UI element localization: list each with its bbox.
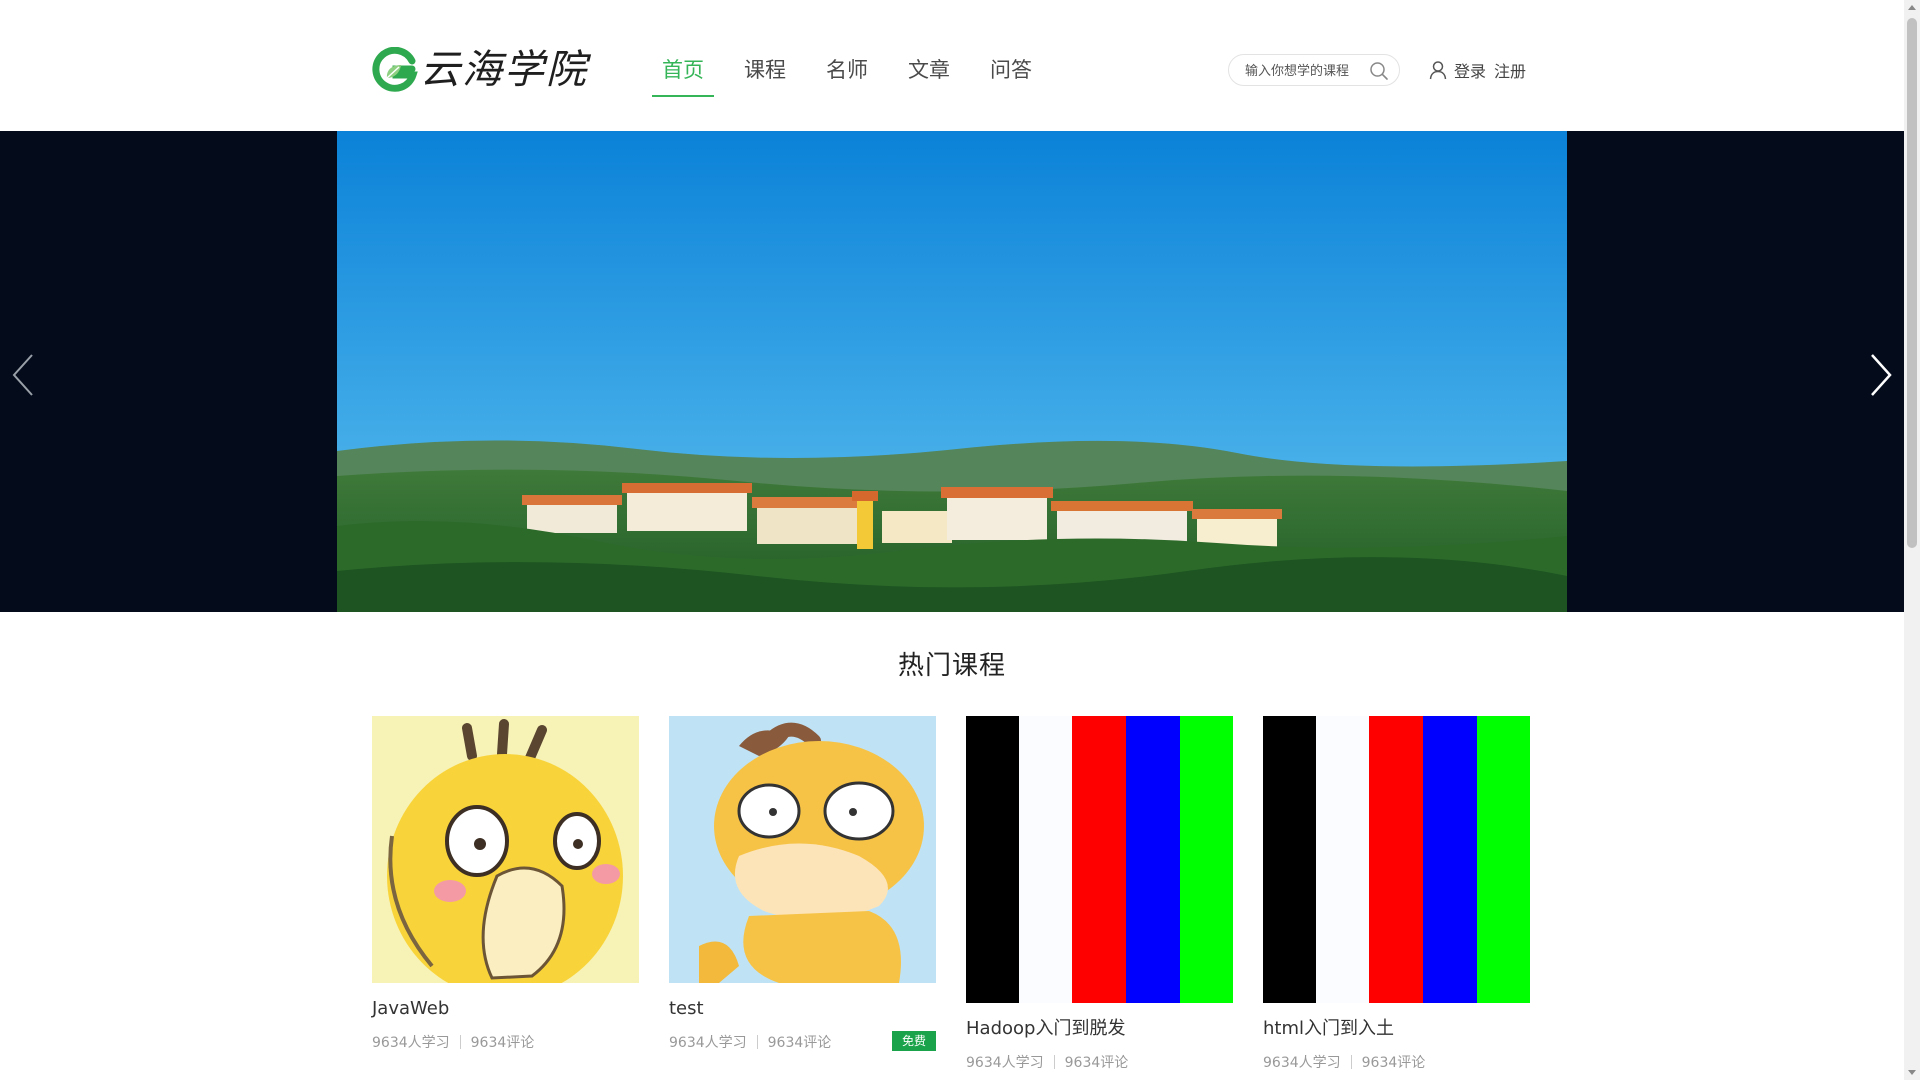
banner-image[interactable] [337,131,1567,612]
nav-item-home[interactable]: 首页 [652,44,714,97]
search-input[interactable] [1243,55,1373,87]
nav-item-articles[interactable]: 文章 [898,44,960,96]
course-name[interactable]: JavaWeb [372,997,639,1021]
course-card[interactable]: html入门到入土 9634人学习 9634评论 [1263,716,1530,1073]
carousel-prev-arrow[interactable] [4,347,44,403]
search-box [1228,54,1400,87]
course-name[interactable]: Hadoop入门到脱发 [966,1017,1233,1041]
logo-mark-icon [372,47,418,92]
course-thumbnail[interactable] [1263,716,1530,1003]
course-meta: 9634人学习 9634评论 [372,1033,639,1053]
site-logo[interactable]: 云海学院 [372,45,588,95]
course-card[interactable]: Hadoop入门到脱发 9634人学习 9634评论 [966,716,1233,1073]
course-comments: 9634评论 [767,1035,832,1051]
course-meta: 9634人学习 9634评论 [1263,1053,1530,1073]
page-scrollbar[interactable] [1904,0,1920,1080]
course-meta: 9634人学习 9634评论 [966,1053,1233,1073]
course-students: 9634人学习 [372,1035,450,1051]
meta-divider [459,1035,461,1049]
hot-courses-title: 热门课程 [897,651,1006,681]
course-card[interactable]: JavaWeb 9634人学习 9634评论 [372,716,639,1053]
logo-text: 云海学院 [420,47,588,93]
user-area: 登录 注册 [1428,56,1534,84]
course-thumbnail[interactable] [669,716,936,983]
banner-carousel [0,131,1904,612]
course-students: 9634人学习 [966,1055,1044,1071]
course-students: 9634人学习 [1263,1055,1341,1071]
meta-divider [1350,1055,1352,1069]
course-name[interactable]: test [669,997,936,1021]
nav-item-teachers[interactable]: 名师 [816,44,878,96]
course-comments: 9634评论 [1064,1055,1129,1071]
login-link[interactable]: 登录 [1454,58,1486,82]
search-icon[interactable] [1369,61,1389,81]
meta-divider [756,1035,758,1049]
course-thumbnail[interactable] [372,716,639,983]
course-card[interactable]: test 9634人学习 9634评论 免费 [669,716,936,1053]
scrollbar-thumb[interactable] [1907,18,1917,548]
course-name[interactable]: html入门到入土 [1263,1017,1530,1041]
free-badge: 免费 [891,1031,936,1051]
course-comments: 9634评论 [1361,1055,1426,1071]
course-comments: 9634评论 [470,1035,535,1051]
course-meta: 9634人学习 9634评论 免费 [669,1031,936,1053]
course-thumbnail[interactable] [966,716,1233,1003]
site-header: 云海学院 首页 课程 名师 文章 问答 登录 注册 [0,0,1904,131]
carousel-next-arrow[interactable] [1860,347,1900,403]
scroll-down-arrow-icon[interactable] [1904,1064,1920,1080]
course-students: 9634人学习 [669,1035,747,1051]
nav-item-courses[interactable]: 课程 [734,44,796,96]
meta-divider [1053,1055,1055,1069]
nav-item-qa[interactable]: 问答 [980,44,1042,96]
register-link[interactable]: 注册 [1494,58,1526,82]
user-icon [1429,61,1447,80]
main-nav: 首页 课程 名师 文章 问答 [652,44,1062,97]
scroll-up-arrow-icon[interactable] [1904,0,1920,16]
